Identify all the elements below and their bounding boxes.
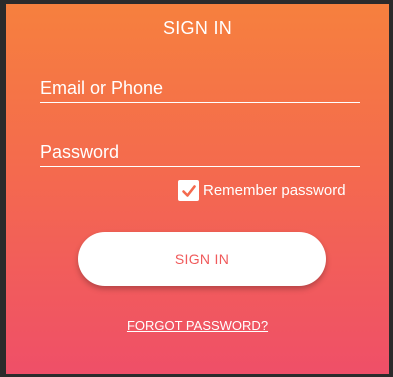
sign-in-button[interactable]: SIGN IN (78, 232, 326, 286)
password-label: Password (40, 142, 120, 162)
email-field[interactable]: Email or Phone (40, 78, 360, 103)
forgot-password-link[interactable]: FORGOT PASSWORD? (6, 318, 389, 333)
form-title: SIGN IN (162, 18, 233, 38)
email-label: Email or Phone (40, 78, 164, 98)
remember-label: Remember password (203, 182, 346, 199)
remember-password-toggle[interactable]: Remember password (178, 180, 346, 201)
password-field[interactable]: Password (40, 142, 360, 167)
remember-checkbox[interactable] (178, 180, 199, 201)
check-icon (181, 184, 196, 197)
sign-in-panel: SIGN IN Email or Phone Password Remember… (6, 4, 389, 374)
